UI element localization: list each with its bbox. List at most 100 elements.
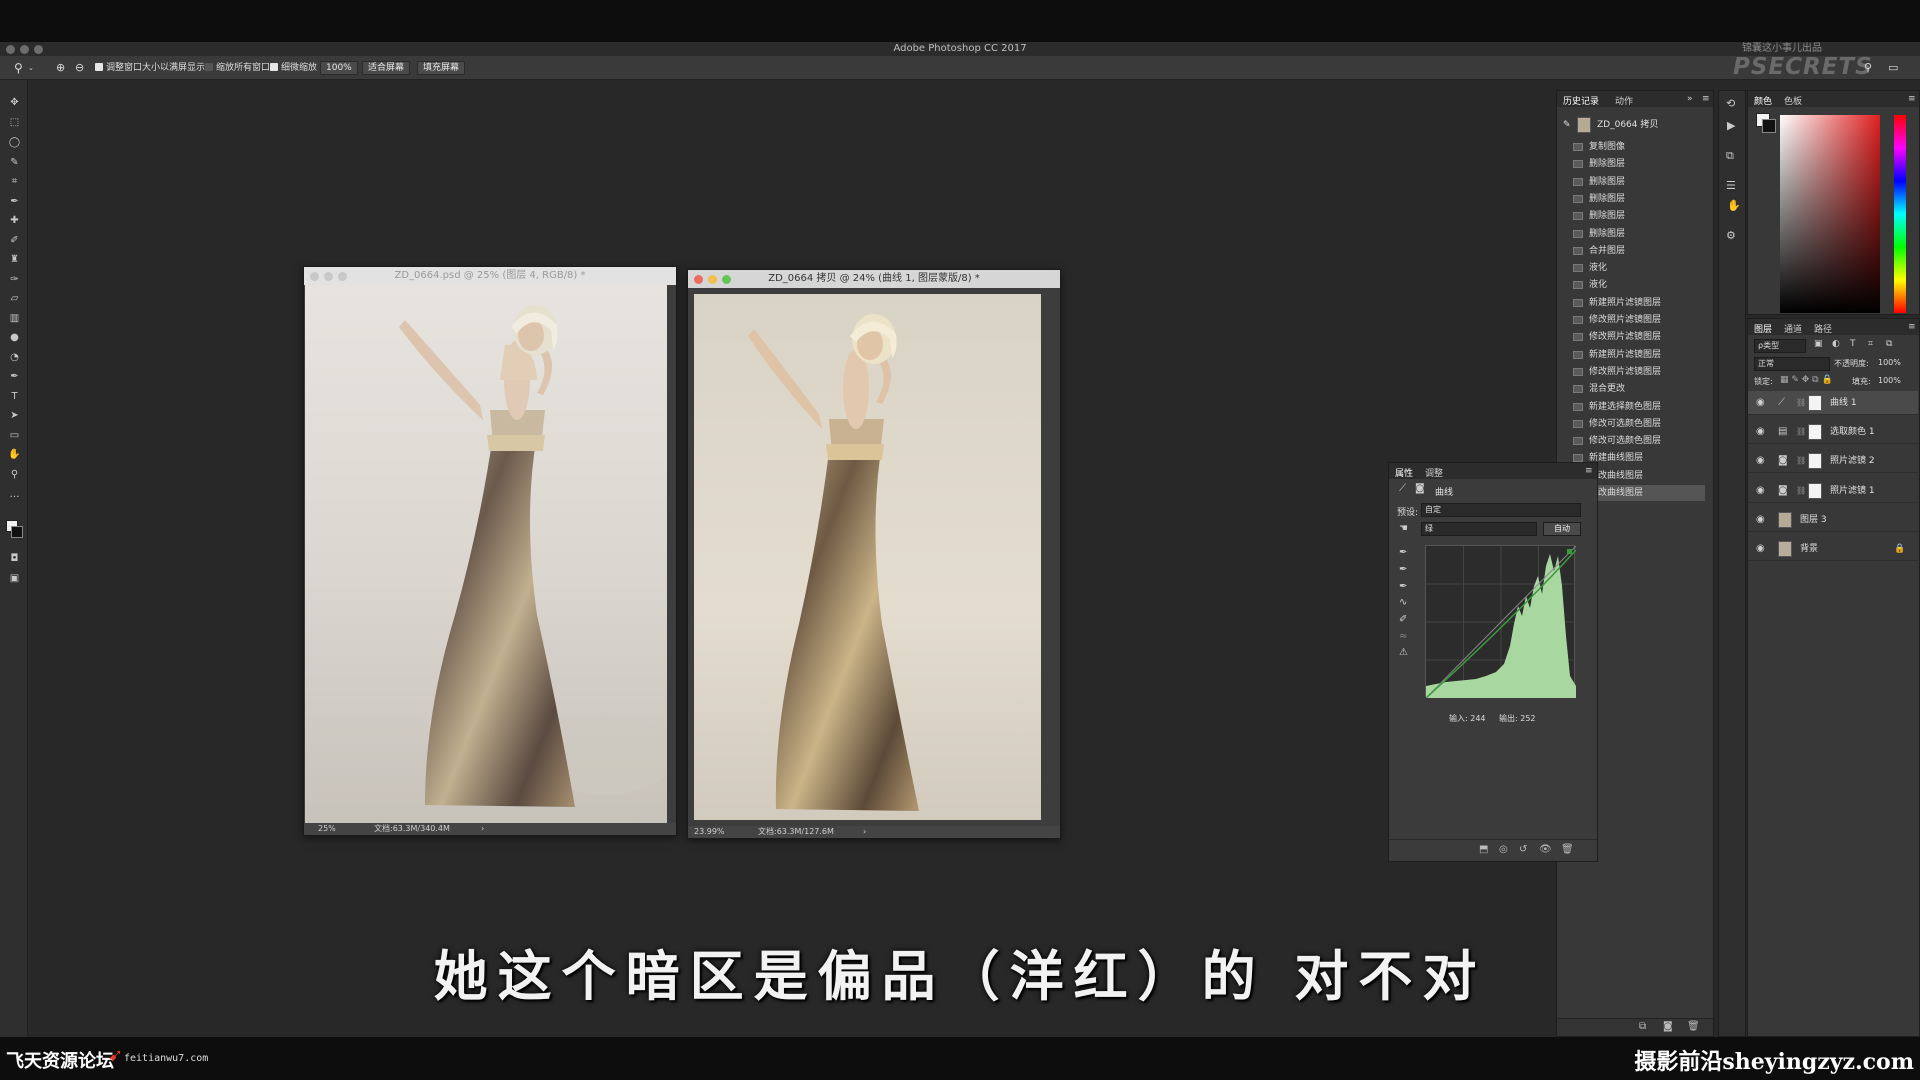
actions-dock-icon[interactable]: ▶: [1727, 119, 1735, 132]
history-item[interactable]: 新建选择颜色图层: [1573, 399, 1695, 415]
zoom-100-button[interactable]: 100%: [320, 61, 358, 75]
document-title-bar[interactable]: ZD_0664.psd @ 25% (图层 4, RGB/8) *: [304, 267, 676, 285]
eye-icon[interactable]: ◉: [1756, 449, 1765, 473]
zoom-out-icon[interactable]: ⊖: [75, 62, 84, 74]
mask-link-icon[interactable]: ⛓: [1796, 420, 1806, 444]
history-item[interactable]: 修改照片滤镜图层: [1573, 364, 1695, 380]
history-item[interactable]: 删除图层: [1573, 208, 1695, 224]
layer-row[interactable]: ◉ ◙ ⛓ 照片滤镜 1: [1748, 479, 1918, 503]
edit-points-icon[interactable]: ∿: [1399, 597, 1407, 608]
tab-actions[interactable]: 动作: [1615, 94, 1633, 107]
status-arrow-icon[interactable]: ›: [481, 823, 484, 835]
history-item[interactable]: 修改照片滤镜图层: [1573, 312, 1695, 328]
history-item[interactable]: 修改照片滤镜图层: [1573, 329, 1695, 345]
color-field[interactable]: [1780, 115, 1880, 313]
zoom-in-icon[interactable]: ⊕: [56, 62, 65, 74]
document-title-bar[interactable]: ZD_0664 拷贝 @ 24% (曲线 1, 图层蒙版/8) *: [688, 270, 1060, 288]
opacity-input[interactable]: 100%: [1878, 358, 1901, 367]
tab-channels[interactable]: 通道: [1784, 322, 1802, 335]
sample-black-point-icon[interactable]: ✒: [1399, 547, 1407, 558]
history-item[interactable]: 复制图像: [1573, 139, 1695, 155]
layer-row[interactable]: ◉ 背景 🔒: [1748, 537, 1918, 561]
clone-source-dock-icon[interactable]: ⧉: [1726, 149, 1734, 163]
zoom-tool-icon[interactable]: ⚲: [8, 468, 21, 481]
tab-adjustments[interactable]: 调整: [1425, 466, 1443, 479]
filter-pixel-icon[interactable]: ▣: [1814, 339, 1823, 349]
quick-select-tool-icon[interactable]: ✎: [8, 156, 21, 169]
zoom-readout[interactable]: 25%: [318, 823, 336, 835]
trash-icon[interactable]: 🗑: [1561, 844, 1574, 855]
blend-mode-select[interactable]: 正常: [1754, 357, 1830, 371]
history-dock-icon[interactable]: ⟲: [1726, 97, 1735, 110]
layer-mask-icon[interactable]: ◙: [1415, 483, 1425, 494]
preset-select[interactable]: 自定: [1421, 503, 1581, 517]
photo-canvas-original[interactable]: [305, 285, 667, 824]
hue-slider[interactable]: [1894, 115, 1906, 313]
curves-graph[interactable]: [1425, 545, 1577, 699]
reset-icon[interactable]: ↺: [1519, 844, 1527, 855]
fill-screen-button[interactable]: 填充屏幕: [417, 61, 466, 75]
output-value[interactable]: 输出: 252: [1499, 713, 1536, 724]
clip-to-layer-icon[interactable]: ⬒: [1479, 844, 1488, 855]
doc-minimize-button[interactable]: [708, 275, 717, 284]
panel-collapse-icon[interactable]: »: [1687, 94, 1693, 104]
type-tool-icon[interactable]: T: [8, 390, 21, 403]
tab-history[interactable]: 历史记录: [1563, 94, 1599, 107]
gradient-tool-icon[interactable]: ▥: [8, 312, 21, 325]
panel-menu-icon[interactable]: ≡: [1908, 94, 1916, 104]
tab-paths[interactable]: 路径: [1814, 322, 1832, 335]
history-brush-tool-icon[interactable]: ✑: [8, 273, 21, 286]
doc-zoom-button[interactable]: [338, 272, 347, 281]
move-tool-icon[interactable]: ✥: [8, 96, 21, 109]
mask-link-icon[interactable]: ⛓: [1796, 391, 1806, 415]
minimize-window-button[interactable]: [20, 45, 29, 54]
panel-menu-icon[interactable]: ≡: [1702, 94, 1710, 104]
layer-row[interactable]: ◉ ▤ ⛓ 选取颜色 1: [1748, 420, 1918, 445]
filter-type-icon[interactable]: T: [1850, 339, 1856, 349]
layer-row[interactable]: ◉ ◙ ⛓ 照片滤镜 2: [1748, 449, 1918, 474]
history-item[interactable]: 删除图层: [1573, 226, 1695, 242]
tab-color[interactable]: 颜色: [1754, 94, 1772, 107]
layer-row[interactable]: ◉ ⟋ ⛓ 曲线 1: [1748, 391, 1918, 415]
trash-icon[interactable]: 🗑: [1687, 1021, 1700, 1032]
layer-filter-select[interactable]: ρ类型: [1754, 339, 1806, 353]
tab-properties[interactable]: 属性: [1395, 466, 1413, 479]
history-item[interactable]: 修改可选颜色图层: [1573, 416, 1695, 432]
history-item[interactable]: 删除图层: [1573, 191, 1695, 207]
panel-menu-icon[interactable]: ≡: [1908, 322, 1916, 332]
auto-button[interactable]: 自动: [1543, 522, 1581, 536]
marquee-tool-icon[interactable]: ⬚: [8, 116, 21, 129]
history-snapshot[interactable]: ✎ ZD_0664 拷贝: [1561, 115, 1711, 135]
tab-swatches[interactable]: 色板: [1784, 94, 1802, 107]
close-window-button[interactable]: [6, 45, 15, 54]
quick-mask-icon[interactable]: ◘: [8, 552, 21, 565]
eye-icon[interactable]: ◉: [1756, 391, 1765, 415]
panel-menu-icon[interactable]: ≡: [1585, 466, 1593, 476]
new-document-from-state-icon[interactable]: ⧉: [1639, 1021, 1646, 1032]
doc-minimize-button[interactable]: [324, 272, 333, 281]
status-arrow-icon[interactable]: ›: [863, 826, 866, 838]
resize-windows-checkbox[interactable]: 调整窗口大小以满屏显示: [95, 62, 205, 74]
filter-shape-icon[interactable]: ⌗: [1868, 339, 1873, 349]
eyedropper-tool-icon[interactable]: ✒: [8, 195, 21, 208]
layer-row[interactable]: ◉ 图层 3: [1748, 508, 1918, 532]
history-item[interactable]: 删除图层: [1573, 174, 1695, 190]
zoom-tool-icon[interactable]: ⚲: [14, 62, 23, 74]
clone-stamp-tool-icon[interactable]: ♜: [8, 253, 21, 266]
tool-preset-chevron-icon[interactable]: ⌄: [28, 62, 34, 74]
layer-thumbnail[interactable]: [1778, 541, 1792, 557]
mask-link-icon[interactable]: ⛓: [1796, 449, 1806, 473]
clipping-warning-icon[interactable]: ⚠: [1399, 647, 1408, 658]
layer-mask-thumbnail[interactable]: [1808, 482, 1822, 499]
properties-dock-icon[interactable]: ✋: [1727, 199, 1741, 212]
view-previous-icon[interactable]: ◎: [1499, 844, 1508, 855]
adjustments-dock-icon[interactable]: ☰: [1726, 179, 1736, 192]
input-value[interactable]: 输入: 244: [1449, 713, 1486, 724]
doc-zoom-button[interactable]: [722, 275, 731, 284]
path-select-tool-icon[interactable]: ➤: [8, 409, 21, 422]
pen-tool-icon[interactable]: ✒: [8, 370, 21, 383]
lock-icons[interactable]: ▦ ✎ ✥ ⧉ 🔒: [1780, 375, 1833, 385]
doc-close-button[interactable]: [310, 272, 319, 281]
lasso-tool-icon[interactable]: ◯: [8, 136, 21, 149]
tab-layers[interactable]: 图层: [1754, 322, 1772, 335]
